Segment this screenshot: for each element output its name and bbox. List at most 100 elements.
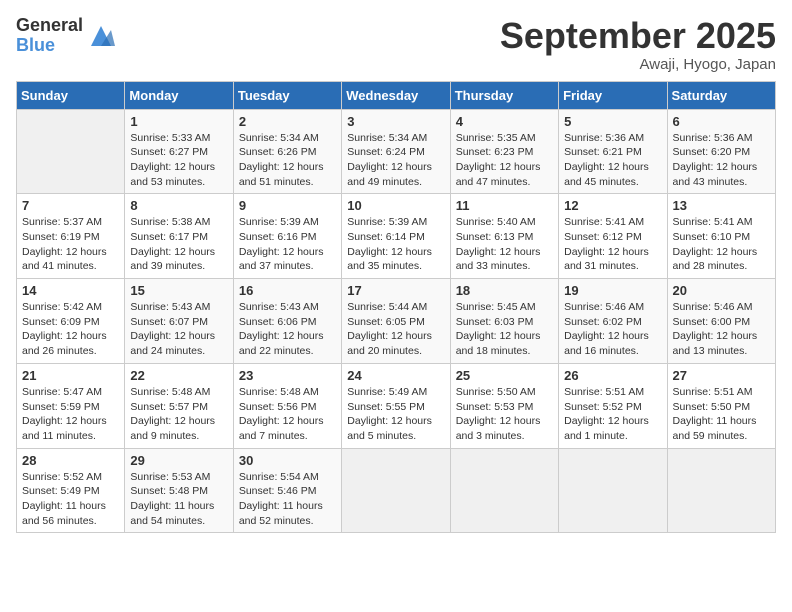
calendar-cell: 13 Sunrise: 5:41 AM Sunset: 6:10 PM Dayli… [667,194,775,279]
calendar-cell: 6Sunrise: 5:36 AM Sunset: 6:20 PM Daylig… [667,109,775,194]
day-info: Sunrise: 5:39 AM Sunset: 6:16 PM Dayligh… [239,215,336,274]
calendar-cell: 21 Sunrise: 5:47 AM Sunset: 5:59 PM Dayli… [17,363,125,448]
day-info: Sunrise: 5:36 AM Sunset: 6:20 PM Dayligh… [673,131,770,190]
col-header-friday: Friday [559,81,667,109]
day-number: 3 [347,114,444,129]
col-header-sunday: Sunday [17,81,125,109]
calendar-cell: 2 Sunrise: 5:34 AM Sunset: 6:26 PM Daylig… [233,109,341,194]
day-info: Sunrise: 5:43 AM Sunset: 6:07 PM Dayligh… [130,300,227,359]
logo-icon [87,22,115,50]
col-header-saturday: Saturday [667,81,775,109]
day-number: 2 [239,114,336,129]
logo-text: General Blue [16,16,83,56]
calendar-cell: 12 Sunrise: 5:41 AM Sunset: 6:12 PM Dayli… [559,194,667,279]
calendar-cell: 11 Sunrise: 5:40 AM Sunset: 6:13 PM Dayli… [450,194,558,279]
day-number: 21 [22,368,119,383]
day-info: Sunrise: 5:42 AM Sunset: 6:09 PM Dayligh… [22,300,119,359]
day-info: Sunrise: 5:50 AM Sunset: 5:53 PM Dayligh… [456,385,553,444]
day-number: 12 [564,198,661,213]
calendar-cell: 4 Sunrise: 5:35 AM Sunset: 6:23 PM Daylig… [450,109,558,194]
calendar-cell: 16Sunrise: 5:43 AM Sunset: 6:06 PM Dayli… [233,279,341,364]
calendar-header-row: SundayMondayTuesdayWednesdayThursdayFrid… [17,81,776,109]
calendar-cell: 18 Sunrise: 5:45 AM Sunset: 6:03 PM Dayli… [450,279,558,364]
day-number: 25 [456,368,553,383]
day-info: Sunrise: 5:54 AM Sunset: 5:46 PM Dayligh… [239,470,336,529]
calendar-cell: 28Sunrise: 5:52 AM Sunset: 5:49 PM Dayli… [17,448,125,533]
day-info: Sunrise: 5:33 AM Sunset: 6:27 PM Dayligh… [130,131,227,190]
day-number: 4 [456,114,553,129]
day-info: Sunrise: 5:35 AM Sunset: 6:23 PM Dayligh… [456,131,553,190]
col-header-wednesday: Wednesday [342,81,450,109]
calendar-cell [559,448,667,533]
calendar-cell: 1 Sunrise: 5:33 AM Sunset: 6:27 PM Daylig… [125,109,233,194]
day-info: Sunrise: 5:41 AM Sunset: 6:12 PM Dayligh… [564,215,661,274]
calendar-cell: 20 Sunrise: 5:46 AM Sunset: 6:00 PM Dayli… [667,279,775,364]
calendar-cell: 10Sunrise: 5:39 AM Sunset: 6:14 PM Dayli… [342,194,450,279]
day-number: 14 [22,283,119,298]
calendar-cell [342,448,450,533]
calendar-cell: 9 Sunrise: 5:39 AM Sunset: 6:16 PM Daylig… [233,194,341,279]
calendar-cell: 25 Sunrise: 5:50 AM Sunset: 5:53 PM Dayli… [450,363,558,448]
col-header-monday: Monday [125,81,233,109]
day-number: 9 [239,198,336,213]
calendar-cell: 27 Sunrise: 5:51 AM Sunset: 5:50 PM Dayli… [667,363,775,448]
day-info: Sunrise: 5:41 AM Sunset: 6:10 PM Dayligh… [673,215,770,274]
day-info: Sunrise: 5:51 AM Sunset: 5:50 PM Dayligh… [673,385,770,444]
day-number: 30 [239,453,336,468]
day-number: 26 [564,368,661,383]
day-number: 13 [673,198,770,213]
day-info: Sunrise: 5:48 AM Sunset: 5:57 PM Dayligh… [130,385,227,444]
day-number: 20 [673,283,770,298]
week-row-4: 21 Sunrise: 5:47 AM Sunset: 5:59 PM Dayli… [17,363,776,448]
calendar-cell [450,448,558,533]
day-info: Sunrise: 5:46 AM Sunset: 6:00 PM Dayligh… [673,300,770,359]
title-block: September 2025 Awaji, Hyogo, Japan [500,16,776,73]
calendar-cell: 24Sunrise: 5:49 AM Sunset: 5:55 PM Dayli… [342,363,450,448]
calendar-cell: 15 Sunrise: 5:43 AM Sunset: 6:07 PM Dayli… [125,279,233,364]
day-number: 17 [347,283,444,298]
logo-blue: Blue [16,36,83,56]
week-row-1: 1 Sunrise: 5:33 AM Sunset: 6:27 PM Daylig… [17,109,776,194]
day-info: Sunrise: 5:36 AM Sunset: 6:21 PM Dayligh… [564,131,661,190]
day-info: Sunrise: 5:38 AM Sunset: 6:17 PM Dayligh… [130,215,227,274]
day-info: Sunrise: 5:34 AM Sunset: 6:24 PM Dayligh… [347,131,444,190]
day-info: Sunrise: 5:43 AM Sunset: 6:06 PM Dayligh… [239,300,336,359]
month-title: September 2025 [500,16,776,56]
calendar-cell: 7Sunrise: 5:37 AM Sunset: 6:19 PM Daylig… [17,194,125,279]
calendar-cell: 17 Sunrise: 5:44 AM Sunset: 6:05 PM Dayli… [342,279,450,364]
day-info: Sunrise: 5:34 AM Sunset: 6:26 PM Dayligh… [239,131,336,190]
day-info: Sunrise: 5:44 AM Sunset: 6:05 PM Dayligh… [347,300,444,359]
day-number: 18 [456,283,553,298]
day-number: 15 [130,283,227,298]
day-number: 7 [22,198,119,213]
day-number: 5 [564,114,661,129]
day-info: Sunrise: 5:46 AM Sunset: 6:02 PM Dayligh… [564,300,661,359]
week-row-5: 28Sunrise: 5:52 AM Sunset: 5:49 PM Dayli… [17,448,776,533]
day-number: 1 [130,114,227,129]
day-info: Sunrise: 5:45 AM Sunset: 6:03 PM Dayligh… [456,300,553,359]
logo-general: General [16,16,83,36]
calendar-cell: 22 Sunrise: 5:48 AM Sunset: 5:57 PM Dayli… [125,363,233,448]
calendar-cell: 3 Sunrise: 5:34 AM Sunset: 6:24 PM Daylig… [342,109,450,194]
calendar-cell: 30 Sunrise: 5:54 AM Sunset: 5:46 PM Dayli… [233,448,341,533]
location: Awaji, Hyogo, Japan [500,56,776,73]
day-number: 28 [22,453,119,468]
day-info: Sunrise: 5:51 AM Sunset: 5:52 PM Dayligh… [564,385,661,444]
page-header: General Blue September 2025 Awaji, Hyogo… [16,16,776,73]
col-header-thursday: Thursday [450,81,558,109]
col-header-tuesday: Tuesday [233,81,341,109]
calendar-cell: 19 Sunrise: 5:46 AM Sunset: 6:02 PM Dayli… [559,279,667,364]
calendar-cell: 14 Sunrise: 5:42 AM Sunset: 6:09 PM Dayli… [17,279,125,364]
day-info: Sunrise: 5:53 AM Sunset: 5:48 PM Dayligh… [130,470,227,529]
day-number: 11 [456,198,553,213]
logo: General Blue [16,16,115,56]
day-info: Sunrise: 5:40 AM Sunset: 6:13 PM Dayligh… [456,215,553,274]
calendar-cell: 29Sunrise: 5:53 AM Sunset: 5:48 PM Dayli… [125,448,233,533]
day-info: Sunrise: 5:48 AM Sunset: 5:56 PM Dayligh… [239,385,336,444]
day-info: Sunrise: 5:47 AM Sunset: 5:59 PM Dayligh… [22,385,119,444]
calendar-cell [667,448,775,533]
day-number: 27 [673,368,770,383]
day-info: Sunrise: 5:39 AM Sunset: 6:14 PM Dayligh… [347,215,444,274]
day-number: 22 [130,368,227,383]
day-number: 19 [564,283,661,298]
